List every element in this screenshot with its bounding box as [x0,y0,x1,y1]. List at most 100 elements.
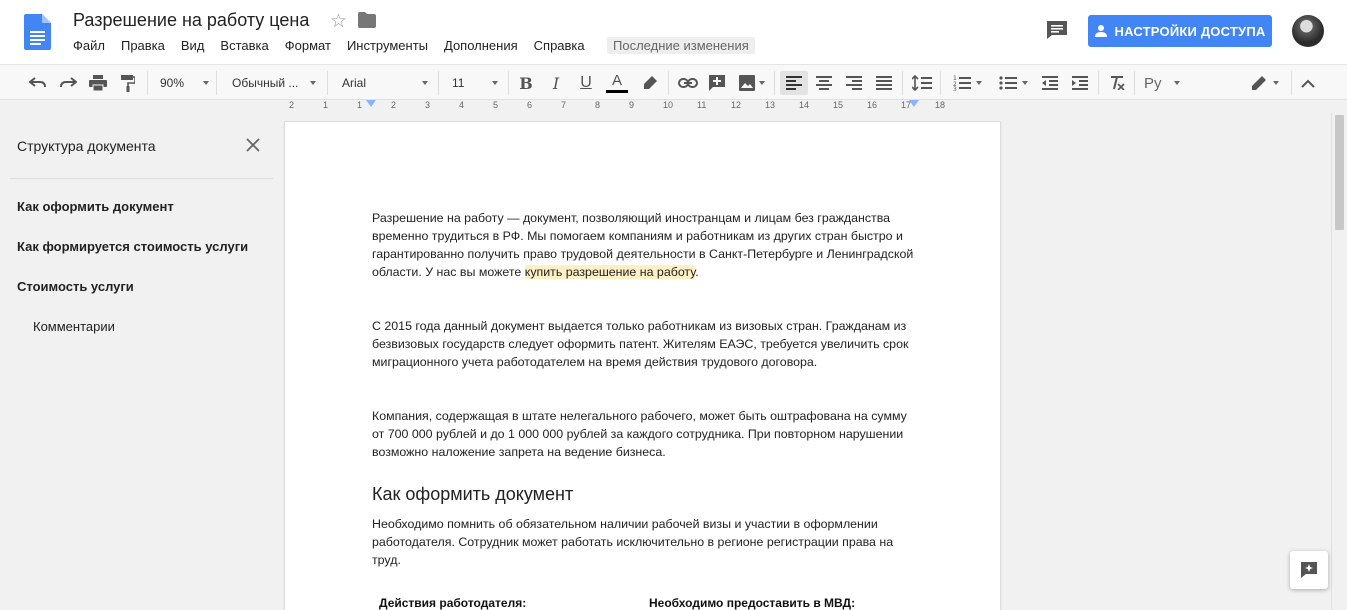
toolbar-divider [940,71,941,95]
menu-help[interactable]: Справка [534,38,585,56]
folder-icon[interactable] [358,12,376,28]
header: Разрешение на работу цена ☆ Файл Правка … [0,0,1347,64]
close-icon[interactable] [246,138,260,152]
menu-tools[interactable]: Инструменты [347,38,428,56]
paint-format-icon[interactable] [117,71,139,95]
paragraph-visa-countries[interactable]: С 2015 года данный документ выдается тол… [372,317,917,371]
paragraph-style-select[interactable]: Обычный ... [220,71,320,95]
text-color-icon[interactable]: A [605,71,629,95]
ruler-tick-label: 7 [561,100,567,110]
left-indent-marker-icon[interactable] [366,100,376,108]
toolbar-divider [438,71,439,95]
toolbar-divider [147,71,148,95]
right-indent-marker-icon[interactable] [909,100,919,108]
clear-formatting-icon[interactable] [1106,71,1128,95]
align-left-icon[interactable] [780,71,808,95]
ruler-tick-label: 1 [357,100,363,110]
comments-icon[interactable] [1046,20,1068,40]
link-icon[interactable] [676,71,700,95]
font-size-value: 11 [452,76,465,90]
collapse-menu-icon[interactable] [1297,71,1319,95]
heading-how-to-issue[interactable]: Как оформить документ [372,484,573,505]
ruler-tick-label: 16 [867,100,878,110]
toolbar-divider [508,71,509,95]
align-center-icon[interactable] [813,71,835,95]
decrease-indent-icon[interactable] [1039,71,1061,95]
input-language-select[interactable]: Ру [1140,71,1184,95]
underline-icon[interactable]: U [575,71,597,95]
undo-icon[interactable] [27,71,49,95]
menu-insert[interactable]: Вставка [220,38,268,56]
add-comment-icon[interactable] [706,71,728,95]
paragraph-visa-requirement[interactable]: Необходимо помнить об обязательном налич… [372,515,917,569]
ruler-tick-label: 2 [391,100,397,110]
explore-icon [1301,562,1317,578]
docs-logo-icon[interactable] [24,14,51,50]
menu-format[interactable]: Формат [285,38,331,56]
menu-edit[interactable]: Правка [121,38,165,56]
insert-image-icon[interactable] [735,71,767,95]
outline-item-how-to-issue[interactable]: Как оформить документ [17,199,174,214]
font-value: Arial [342,76,367,90]
ruler-tick-label: 11 [697,100,707,110]
outline-divider [10,178,273,179]
zoom-value: 90% [160,76,185,90]
highlight-icon[interactable] [639,71,661,95]
align-right-icon[interactable] [843,71,865,95]
last-edit-link[interactable]: Последние изменения [607,37,755,54]
bold-icon[interactable]: B [515,71,537,95]
outline-item-cost-formation[interactable]: Как формируется стоимость услуги [17,239,248,254]
redo-icon[interactable] [57,71,79,95]
increase-indent-icon[interactable] [1069,71,1091,95]
font-size-select[interactable]: 11 [442,71,502,95]
vertical-scrollbar[interactable] [1331,113,1347,610]
zoom-select[interactable]: 90% [150,71,213,95]
paragraph-intro-end: . [695,265,699,279]
scrollbar-thumb[interactable] [1335,115,1344,230]
ruler-tick-label: 4 [459,100,465,110]
paragraph-intro[interactable]: Разрешение на работу — документ, позволя… [372,209,917,281]
share-button-label: НАСТРОЙКИ ДОСТУПА [1114,23,1266,39]
document-page[interactable]: Разрешение на работу — документ, позволя… [285,122,1000,610]
bulleted-list-icon[interactable] [994,71,1032,95]
font-select[interactable]: Arial [332,71,432,95]
numbered-list-icon[interactable]: 123 [948,71,986,95]
toolbar-divider [1134,71,1135,95]
ruler-tick-label: 12 [731,100,742,110]
avatar[interactable] [1292,15,1324,47]
ruler-tick-label: 3 [425,100,431,110]
menu-file[interactable]: Файл [73,38,105,56]
toolbar-divider [668,71,669,95]
ruler-tick-label: 5 [493,100,499,110]
table-header-mvd-documents[interactable]: Необходимо предоставить в МВД: [649,596,855,610]
document-title[interactable]: Разрешение на работу цена [73,10,309,31]
menu-addons[interactable]: Дополнения [444,38,518,56]
outline-item-service-cost[interactable]: Стоимость услуги [17,279,134,294]
explore-button[interactable] [1290,551,1328,589]
ruler-tick-label: 10 [663,100,674,110]
editing-mode-icon[interactable] [1245,71,1285,95]
ruler-tick-label: 9 [629,100,635,110]
star-icon[interactable]: ☆ [330,10,347,33]
ruler-scale[interactable]: 2 1 1 2 3 4 5 6 7 8 9 10 11 12 13 14 15 16 17 18 [284,100,1000,113]
outline-title: Структура документа [17,138,156,154]
svg-text:3: 3 [953,86,957,91]
ruler-tick-label: 13 [765,100,776,110]
input-language-value: Ру [1144,74,1162,92]
toolbar-divider [1291,71,1292,95]
ruler-tick-label: 15 [833,100,844,110]
line-spacing-icon[interactable] [910,71,934,95]
table-header-employer-actions[interactable]: Действия работодателя: [379,596,526,610]
align-justify-icon[interactable] [873,71,895,95]
print-icon[interactable] [87,71,109,95]
ruler-tick-label: 8 [595,100,601,110]
person-lock-icon [1094,25,1107,37]
buy-permit-link[interactable]: купить разрешение на работу [524,265,696,279]
paragraph-style-value: Обычный ... [232,76,299,90]
outline-item-comments[interactable]: Комментарии [33,319,115,334]
toolbar-divider [216,71,217,95]
paragraph-fines[interactable]: Компания, содержащая в штате нелегальног… [372,407,917,461]
share-button[interactable]: НАСТРОЙКИ ДОСТУПА [1088,15,1272,47]
italic-icon[interactable]: I [545,71,567,95]
menu-view[interactable]: Вид [181,38,205,56]
